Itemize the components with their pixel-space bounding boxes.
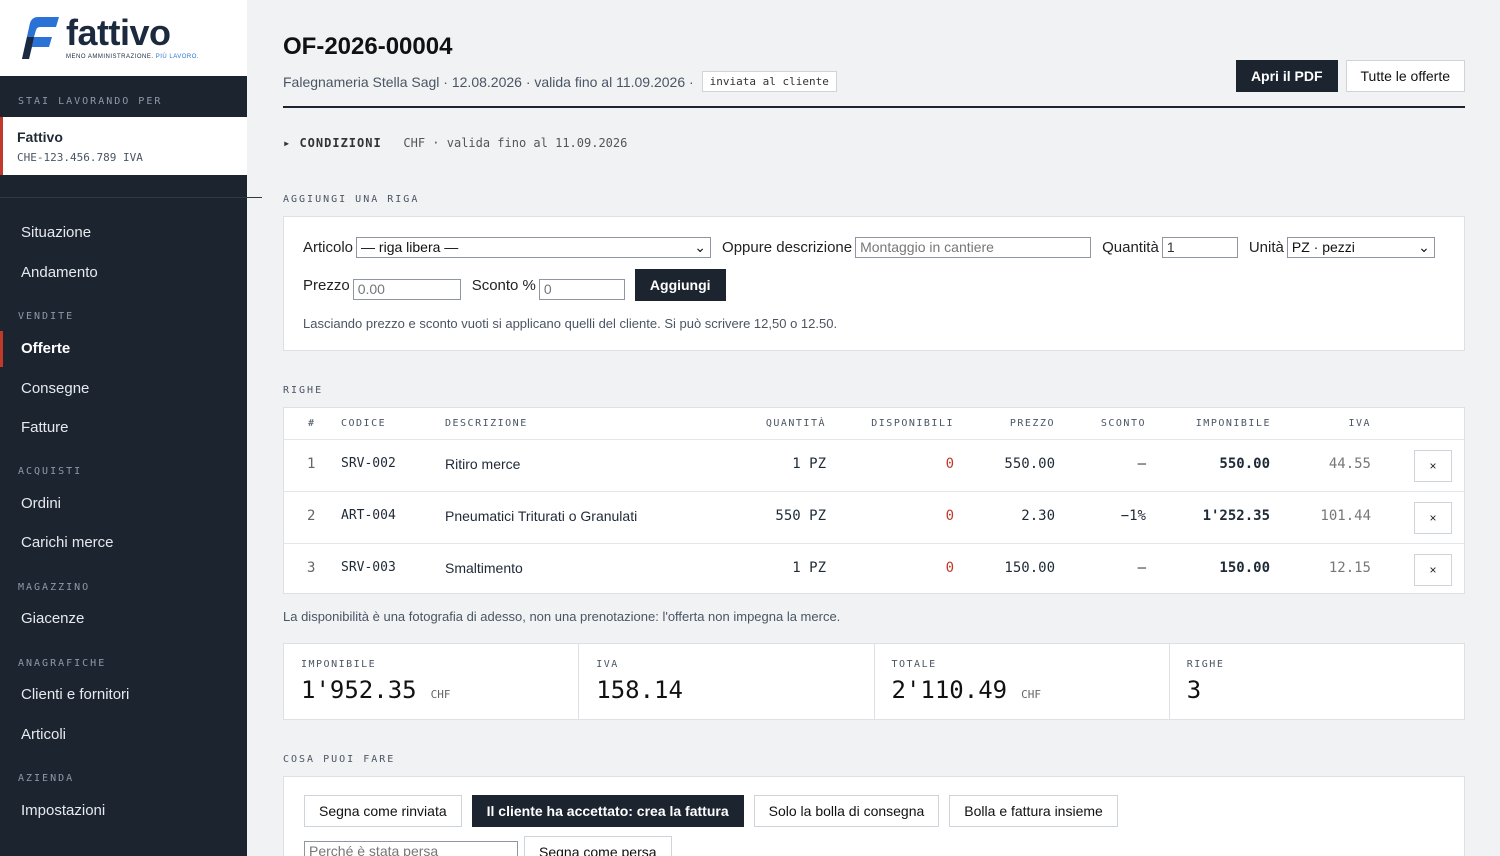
total-gross-card: TOTALE 2'110.49 CHF (873, 643, 1170, 720)
actions-section-label: COSA PUOI FARE (283, 754, 396, 765)
all-offers-button[interactable]: Tutte le offerte (1345, 60, 1465, 92)
lost-reason-input[interactable]: Perché è stata persa (304, 841, 518, 856)
availability-note: La disponibilità è una fotografia di ade… (283, 609, 841, 624)
col-available: DISPONIBILI (871, 418, 954, 429)
sidebar-item-consegne[interactable]: Consegne (0, 371, 247, 407)
chevron-down-icon: ⌄ (1418, 239, 1430, 255)
sidebar-section-vendite: VENDITE (18, 311, 75, 322)
mark-postponed-button[interactable]: Segna come rinviata (304, 795, 462, 827)
page-title: OF-2026-00004 (283, 33, 453, 60)
unit-select[interactable]: PZ · pezzi ⌄ (1286, 237, 1435, 258)
sidebar-item-clienti-fornitori[interactable]: Clienti e fornitori (0, 677, 247, 713)
delivery-and-invoice-button[interactable]: Bolla e fattura insieme (949, 795, 1118, 827)
offer-subtitle: Falegnameria Stella Sagl · 12.08.2026 · … (283, 71, 837, 92)
conditions-label: ▸ CONDIZIONI (283, 136, 382, 150)
total-net-card: IMPONIBILE 1'952.35 CHF (283, 643, 580, 720)
col-net: IMPONIBILE (1195, 418, 1271, 429)
sidebar-item-situazione[interactable]: Situazione (0, 215, 247, 251)
delivery-note-only-button[interactable]: Solo la bolla di consegna (753, 795, 940, 827)
article-label: Articolo (303, 239, 354, 256)
sidebar-item-offerte[interactable]: Offerte (0, 331, 247, 367)
brand-name: fattivo (66, 12, 171, 53)
col-number: # (308, 418, 316, 429)
col-quantity: QUANTITÀ (765, 418, 826, 429)
totals-bar: IMPONIBILE 1'952.35 CHF IVA 158.14 TOTALE… (283, 643, 1465, 720)
status-badge: inviata al cliente (701, 71, 837, 92)
price-label: Prezzo (303, 276, 350, 294)
col-discount: SCONTO (1100, 418, 1146, 429)
add-row-hint: Lasciando prezzo e sconto vuoti si appli… (303, 316, 838, 331)
sidebar: fattivo MENO AMMINISTRAZIONE. PIÙ LAVORO… (0, 0, 262, 856)
description-label: Oppure descrizione (722, 239, 853, 256)
description-input[interactable]: Montaggio in cantiere (855, 237, 1092, 258)
delete-row-button[interactable]: × (1414, 554, 1452, 586)
accept-create-invoice-button[interactable]: Il cliente ha accettato: crea la fattura (471, 795, 744, 827)
total-gross-value: 2'110.49 (891, 676, 1008, 704)
brand-tagline: MENO AMMINISTRAZIONE. PIÙ LAVORO. (66, 54, 200, 60)
rows-count-card: RIGHE 3 (1168, 643, 1465, 720)
table-row: 2 ART-004 Pneumatici Triturati o Granula… (284, 491, 1464, 543)
total-net-value: 1'952.35 (301, 676, 417, 704)
add-row-section-label: AGGIUNGI UNA RIGA (283, 194, 420, 205)
col-code: CODICE (341, 418, 387, 429)
article-select[interactable]: — riga libera — ⌄ (356, 237, 712, 258)
conditions-summary: CHF · valida fino al 11.09.2026 (403, 136, 628, 150)
rows-section-label: RIGHE (283, 385, 324, 396)
rows-count-value: 3 (1186, 676, 1202, 704)
header-divider (283, 106, 1465, 108)
open-pdf-button[interactable]: Apri il PDF (1235, 60, 1338, 92)
discount-input[interactable]: 0 (538, 279, 625, 300)
conditions-toggle[interactable]: ▸ CONDIZIONI CHF · valida fino al 11.09.… (283, 136, 627, 150)
sidebar-item-carichi-merce[interactable]: Carichi merce (0, 525, 247, 561)
quantity-label: Quantità (1102, 239, 1159, 256)
sidebar-item-andamento[interactable]: Andamento (0, 255, 247, 291)
quantity-input[interactable]: 1 (1161, 237, 1238, 258)
company-name: Fattivo (17, 129, 63, 145)
working-for-label: STAI LAVORANDO PER (18, 96, 163, 107)
add-row-panel: Articolo — riga libera — ⌄ Oppure descri… (283, 216, 1465, 351)
col-vat: IVA (1348, 418, 1371, 429)
offer-meta: Falegnameria Stella Sagl · 12.08.2026 · … (283, 73, 694, 90)
sidebar-item-giacenze[interactable]: Giacenze (0, 601, 247, 637)
add-row-button[interactable]: Aggiungi (634, 269, 726, 301)
sidebar-item-articoli[interactable]: Articoli (0, 717, 247, 753)
rows-table: # CODICE DESCRIZIONE QUANTITÀ DISPONIBIL… (283, 407, 1465, 594)
col-description: DESCRIZIONE (445, 418, 528, 429)
sidebar-item-ordini[interactable]: Ordini (0, 486, 247, 522)
chevron-down-icon: ⌄ (694, 239, 707, 255)
company-switcher[interactable]: Fattivo CHE-123.456.789 IVA (0, 117, 247, 175)
table-row: 3 SRV-003 Smaltimento 1 PZ 0 150.00 — 15… (284, 543, 1464, 595)
total-vat-card: IVA 158.14 (578, 643, 875, 720)
price-input[interactable]: 0.00 (352, 279, 461, 300)
company-vat: CHE-123.456.789 IVA (17, 151, 143, 164)
total-vat-value: 158.14 (596, 676, 683, 704)
sidebar-item-impostazioni[interactable]: Impostazioni (0, 793, 247, 829)
fattivo-logo-icon (18, 15, 60, 61)
logo[interactable]: fattivo MENO AMMINISTRAZIONE. PIÙ LAVORO… (0, 0, 247, 76)
delete-row-button[interactable]: × (1414, 450, 1452, 482)
table-header: # CODICE DESCRIZIONE QUANTITÀ DISPONIBIL… (284, 408, 1464, 439)
sidebar-section-acquisti: ACQUISTI (18, 466, 83, 477)
unit-label: Unità (1248, 239, 1284, 256)
sidebar-item-fatture[interactable]: Fatture (0, 410, 247, 446)
mark-lost-button[interactable]: Segna come persa (524, 836, 672, 856)
sidebar-section-azienda: AZIENDA (18, 773, 75, 784)
sidebar-section-magazzino: MAGAZZINO (18, 582, 91, 593)
discount-label: Sconto % (471, 276, 536, 294)
sidebar-divider (0, 197, 262, 198)
sidebar-section-anagrafiche: ANAGRAFICHE (18, 658, 107, 669)
delete-row-button[interactable]: × (1414, 502, 1452, 534)
table-row: 1 SRV-002 Ritiro merce 1 PZ 0 550.00 — 5… (284, 439, 1464, 491)
col-price: PREZZO (1009, 418, 1055, 429)
actions-panel: Segna come rinviata Il cliente ha accett… (283, 776, 1465, 856)
